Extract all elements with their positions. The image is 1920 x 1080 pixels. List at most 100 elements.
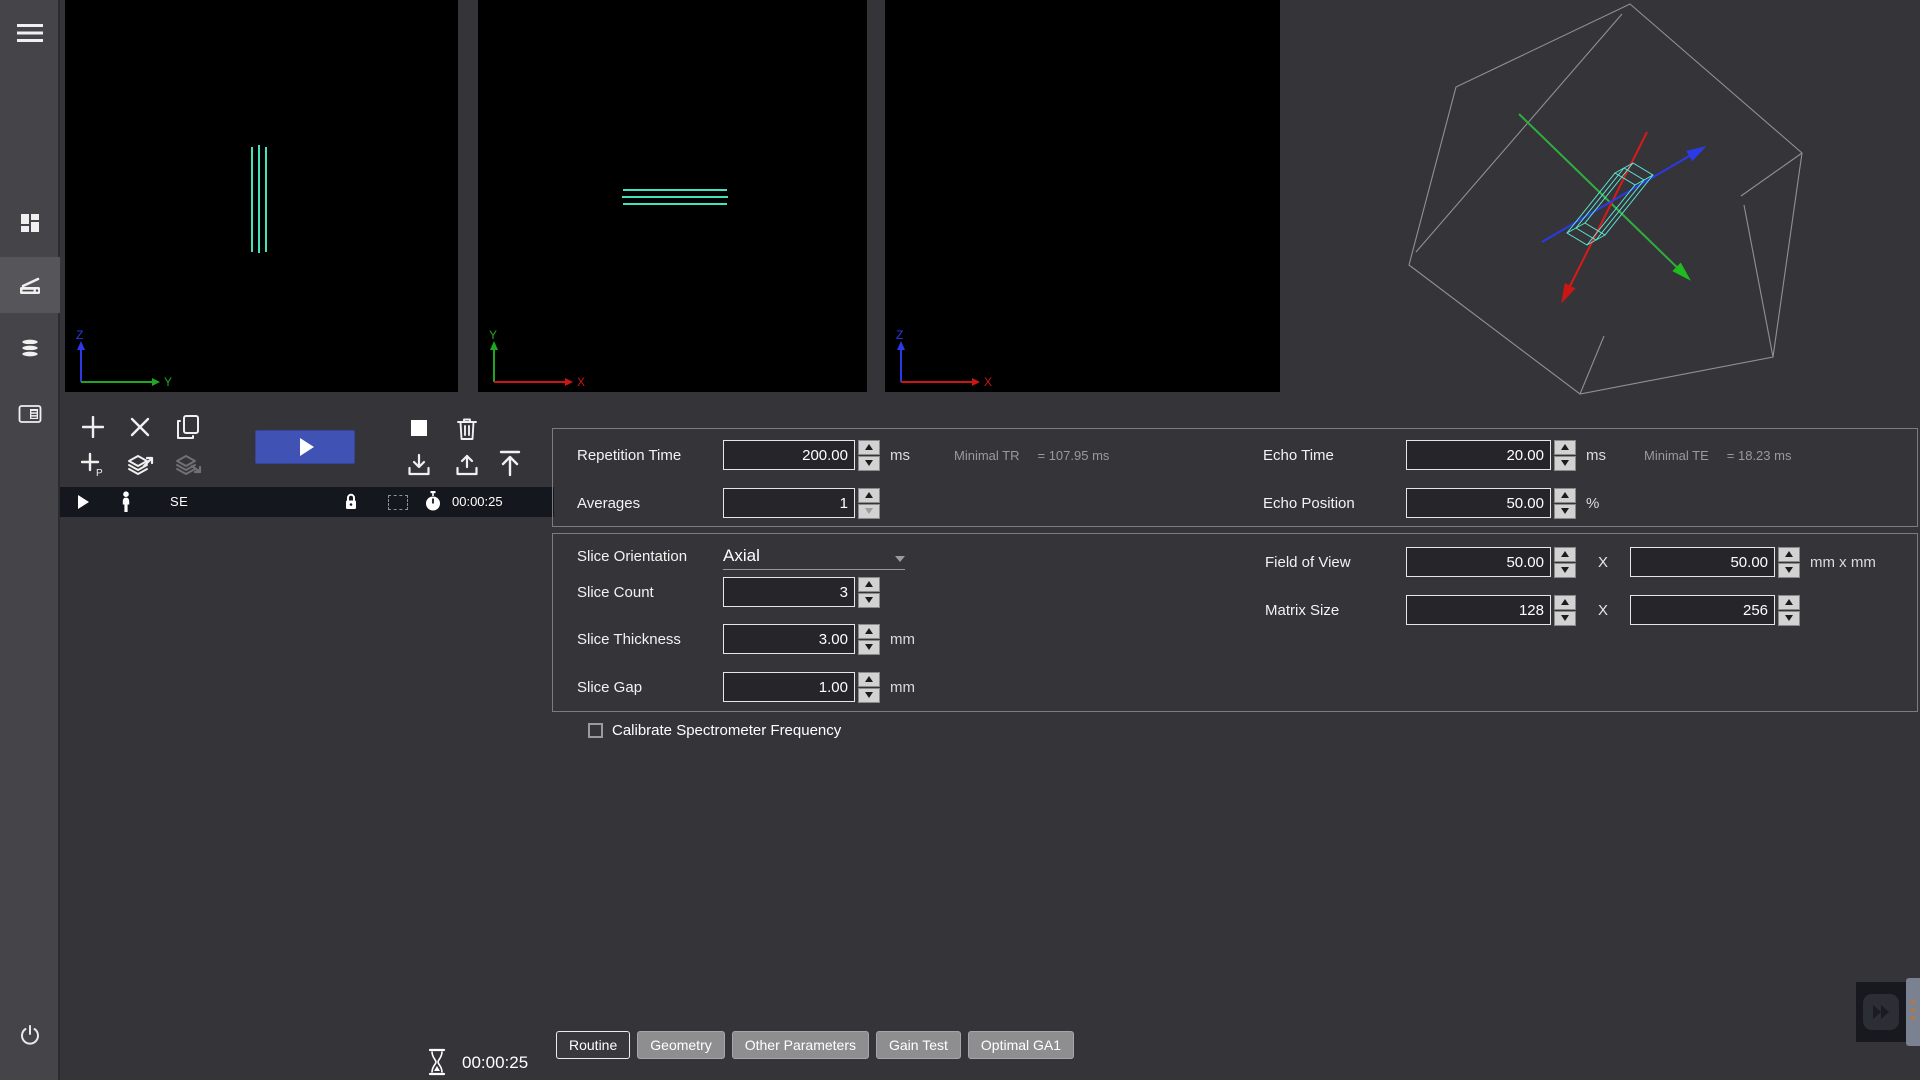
stop-scan-button[interactable] xyxy=(401,410,437,446)
download-button[interactable] xyxy=(401,447,437,483)
copy-scan-button[interactable] xyxy=(170,409,206,445)
tab-optimal-ga1[interactable]: Optimal GA1 xyxy=(968,1031,1074,1059)
axis-gizmo: Y X xyxy=(482,330,632,390)
step-up-button[interactable] xyxy=(1554,547,1576,562)
minimal-te-value: = 18.23 ms xyxy=(1727,448,1792,463)
echo-position-stepper xyxy=(1554,488,1576,519)
step-down-button[interactable] xyxy=(858,688,880,703)
step-down-button[interactable] xyxy=(858,640,880,655)
echo-time-input[interactable] xyxy=(1406,440,1551,470)
remove-icon xyxy=(130,417,150,437)
tab-geometry[interactable]: Geometry xyxy=(637,1031,724,1059)
viewport-axial[interactable]: Y X xyxy=(478,0,867,392)
remove-scan-button[interactable] xyxy=(122,409,158,445)
step-up-button[interactable] xyxy=(1554,440,1576,455)
slice-thickness-input[interactable] xyxy=(723,624,855,654)
add-protocol-button[interactable]: P xyxy=(75,447,111,483)
run-scan-button[interactable] xyxy=(255,430,355,464)
step-up-button[interactable] xyxy=(858,488,880,503)
tab-routine[interactable]: Routine xyxy=(556,1031,630,1059)
tab-other-parameters[interactable]: Other Parameters xyxy=(732,1031,869,1059)
power-button[interactable] xyxy=(0,1008,60,1064)
fov-y-input[interactable] xyxy=(1630,547,1775,577)
edge-toolbar[interactable] xyxy=(1906,978,1920,1046)
apply-stack-disabled-icon xyxy=(174,452,202,478)
delete-button[interactable] xyxy=(449,411,485,447)
step-down-button[interactable] xyxy=(1554,456,1576,471)
viewport-coronal[interactable]: Z Y xyxy=(65,0,458,392)
step-up-button[interactable] xyxy=(1778,595,1800,610)
sequence-row[interactable]: SE 00:00:25 xyxy=(60,487,554,517)
minimal-tr-label: Minimal TR xyxy=(954,448,1020,463)
slice-thickness-stepper xyxy=(858,624,880,655)
sidebar-item-scanner[interactable] xyxy=(0,257,60,313)
minimal-te-label: Minimal TE xyxy=(1644,448,1709,463)
calibrate-checkbox-row[interactable]: Calibrate Spectrometer Frequency xyxy=(588,722,841,739)
slice-line xyxy=(265,147,267,252)
fov-unit: mm x mm xyxy=(1810,554,1876,571)
slice-orientation-value: Axial xyxy=(723,546,760,566)
lock-icon[interactable] xyxy=(344,492,358,511)
slice-gap-input[interactable] xyxy=(723,672,855,702)
fov-x-input[interactable] xyxy=(1406,547,1551,577)
step-down-button[interactable] xyxy=(858,593,880,608)
matrix-x-input[interactable] xyxy=(1406,595,1551,625)
step-up-button[interactable] xyxy=(1554,595,1576,610)
step-down-button[interactable] xyxy=(1554,563,1576,578)
step-down-button[interactable] xyxy=(1554,504,1576,519)
slice-orientation-dropdown[interactable]: Axial xyxy=(723,542,905,570)
person-icon xyxy=(120,491,132,513)
repetition-time-label: Repetition Time xyxy=(577,447,723,464)
add-protocol-icon: P xyxy=(81,452,105,478)
viewport-sagittal[interactable]: Z X xyxy=(885,0,1280,392)
step-down-button[interactable] xyxy=(1554,611,1576,626)
add-icon xyxy=(82,416,104,438)
slice-count-input[interactable] xyxy=(723,577,855,607)
echo-position-input[interactable] xyxy=(1406,488,1551,518)
dashboard-icon xyxy=(19,212,41,234)
step-down-button[interactable] xyxy=(1778,563,1800,578)
step-down-button[interactable] xyxy=(858,504,880,519)
upload-icon xyxy=(455,453,479,477)
copy-icon xyxy=(176,414,200,440)
run-icon xyxy=(300,438,314,456)
step-up-button[interactable] xyxy=(858,672,880,687)
repetition-time-input[interactable] xyxy=(723,440,855,470)
averages-input[interactable] xyxy=(723,488,855,518)
add-scan-button[interactable] xyxy=(75,409,111,445)
apply-stack-button[interactable] xyxy=(122,447,158,483)
step-down-button[interactable] xyxy=(1778,611,1800,626)
matrix-y-stepper xyxy=(1778,595,1800,626)
step-up-button[interactable] xyxy=(1554,488,1576,503)
calibrate-checkbox[interactable] xyxy=(588,723,603,738)
slice-count-stepper xyxy=(858,577,880,608)
hourglass-icon xyxy=(428,1048,446,1076)
slice-gap-label: Slice Gap xyxy=(577,679,723,696)
chevron-down-icon xyxy=(895,556,905,562)
slice-orientation-label: Slice Orientation xyxy=(577,548,723,565)
play-icon[interactable] xyxy=(78,495,89,509)
hamburger-menu-button[interactable] xyxy=(0,5,60,61)
sidebar-item-database[interactable] xyxy=(0,320,60,376)
apply-stack-all-button[interactable] xyxy=(170,447,206,483)
recorder-badge[interactable] xyxy=(1863,994,1899,1030)
axis-label: X xyxy=(577,375,585,389)
matrix-y-input[interactable] xyxy=(1630,595,1775,625)
step-down-button[interactable] xyxy=(858,456,880,471)
step-up-button[interactable] xyxy=(858,440,880,455)
upload-all-button[interactable] xyxy=(492,445,528,481)
step-up-button[interactable] xyxy=(858,624,880,639)
dimension-separator: X xyxy=(1598,554,1608,571)
viewport-3d[interactable] xyxy=(1400,0,1920,400)
sidebar-item-records[interactable] xyxy=(0,386,60,442)
sidebar-item-dashboard[interactable] xyxy=(0,195,60,251)
step-up-button[interactable] xyxy=(858,577,880,592)
tab-gain-test[interactable]: Gain Test xyxy=(876,1031,961,1059)
stopwatch-icon xyxy=(424,491,442,512)
slice-line xyxy=(622,196,728,198)
dot-icon xyxy=(1911,1016,1915,1020)
slice-line xyxy=(623,189,727,191)
step-up-button[interactable] xyxy=(1778,547,1800,562)
selection-icon[interactable] xyxy=(388,495,408,510)
upload-button[interactable] xyxy=(449,447,485,483)
